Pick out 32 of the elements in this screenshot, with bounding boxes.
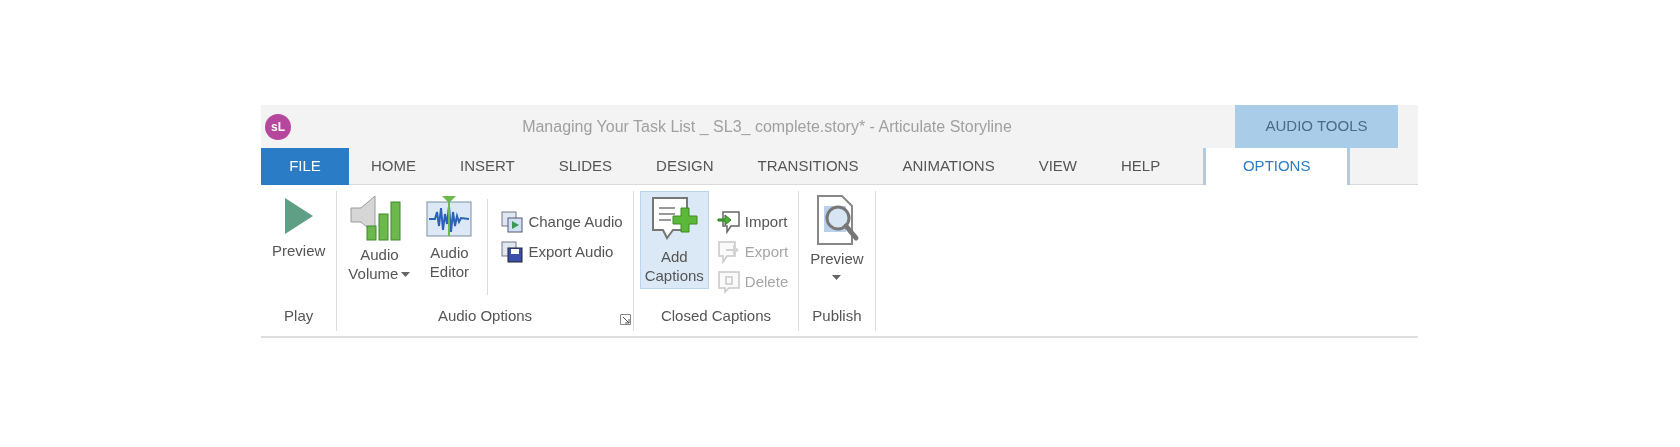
group-label: Audio Options: [437, 307, 533, 324]
ribbon-tab[interactable]: HELP: [1099, 148, 1183, 185]
ribbon-tab[interactable]: ANIMATIONS: [880, 148, 1017, 185]
window-title: Managing Your Task List _ SL3_ complete.story* - Articulate Storyline: [522, 117, 1012, 135]
ribbon-button[interactable]: Change Audio: [496, 207, 627, 237]
ribbon-button[interactable]: Preview: [805, 191, 869, 284]
group-label: Closed Captions: [660, 307, 771, 324]
ribbon-button[interactable]: Add Captions: [639, 191, 709, 289]
dialog-launcher-icon[interactable]: [619, 314, 631, 325]
ribbon-tab[interactable]: TRANSITIONS: [735, 148, 881, 185]
group-label: Play: [284, 307, 314, 324]
ribbon-button[interactable]: Preview: [267, 191, 331, 264]
ribbon-tab[interactable]: VIEW: [1016, 148, 1100, 185]
ribbon-tab[interactable]: FILE: [261, 148, 349, 185]
ribbon-tab[interactable]: OPTIONS: [1203, 148, 1351, 185]
ribbon-tab[interactable]: DESIGN: [634, 148, 736, 185]
ribbon-button[interactable]: Export Audio: [496, 237, 627, 267]
ribbon-tab[interactable]: SLIDES: [536, 148, 635, 185]
app-logo: sL: [265, 113, 291, 140]
caption-delete-icon: [716, 270, 741, 294]
floppy-disk-icon: [500, 240, 525, 264]
ribbon-tab[interactable]: INSERT: [438, 148, 537, 185]
group-label: Publish: [812, 307, 862, 324]
ribbon-tab[interactable]: HOME: [349, 148, 438, 185]
caption-export-icon: [716, 240, 741, 264]
caption-import-icon: [716, 210, 741, 234]
ribbon-button[interactable]: Audio Volume: [343, 191, 416, 287]
waveform-icon: [425, 194, 474, 240]
ribbon-button[interactable]: Import: [712, 207, 793, 237]
audio-files-icon: [500, 210, 525, 234]
context-tab-header: AUDIO TOOLS: [1235, 105, 1398, 148]
ribbon-button[interactable]: Audio Editor: [419, 191, 480, 285]
